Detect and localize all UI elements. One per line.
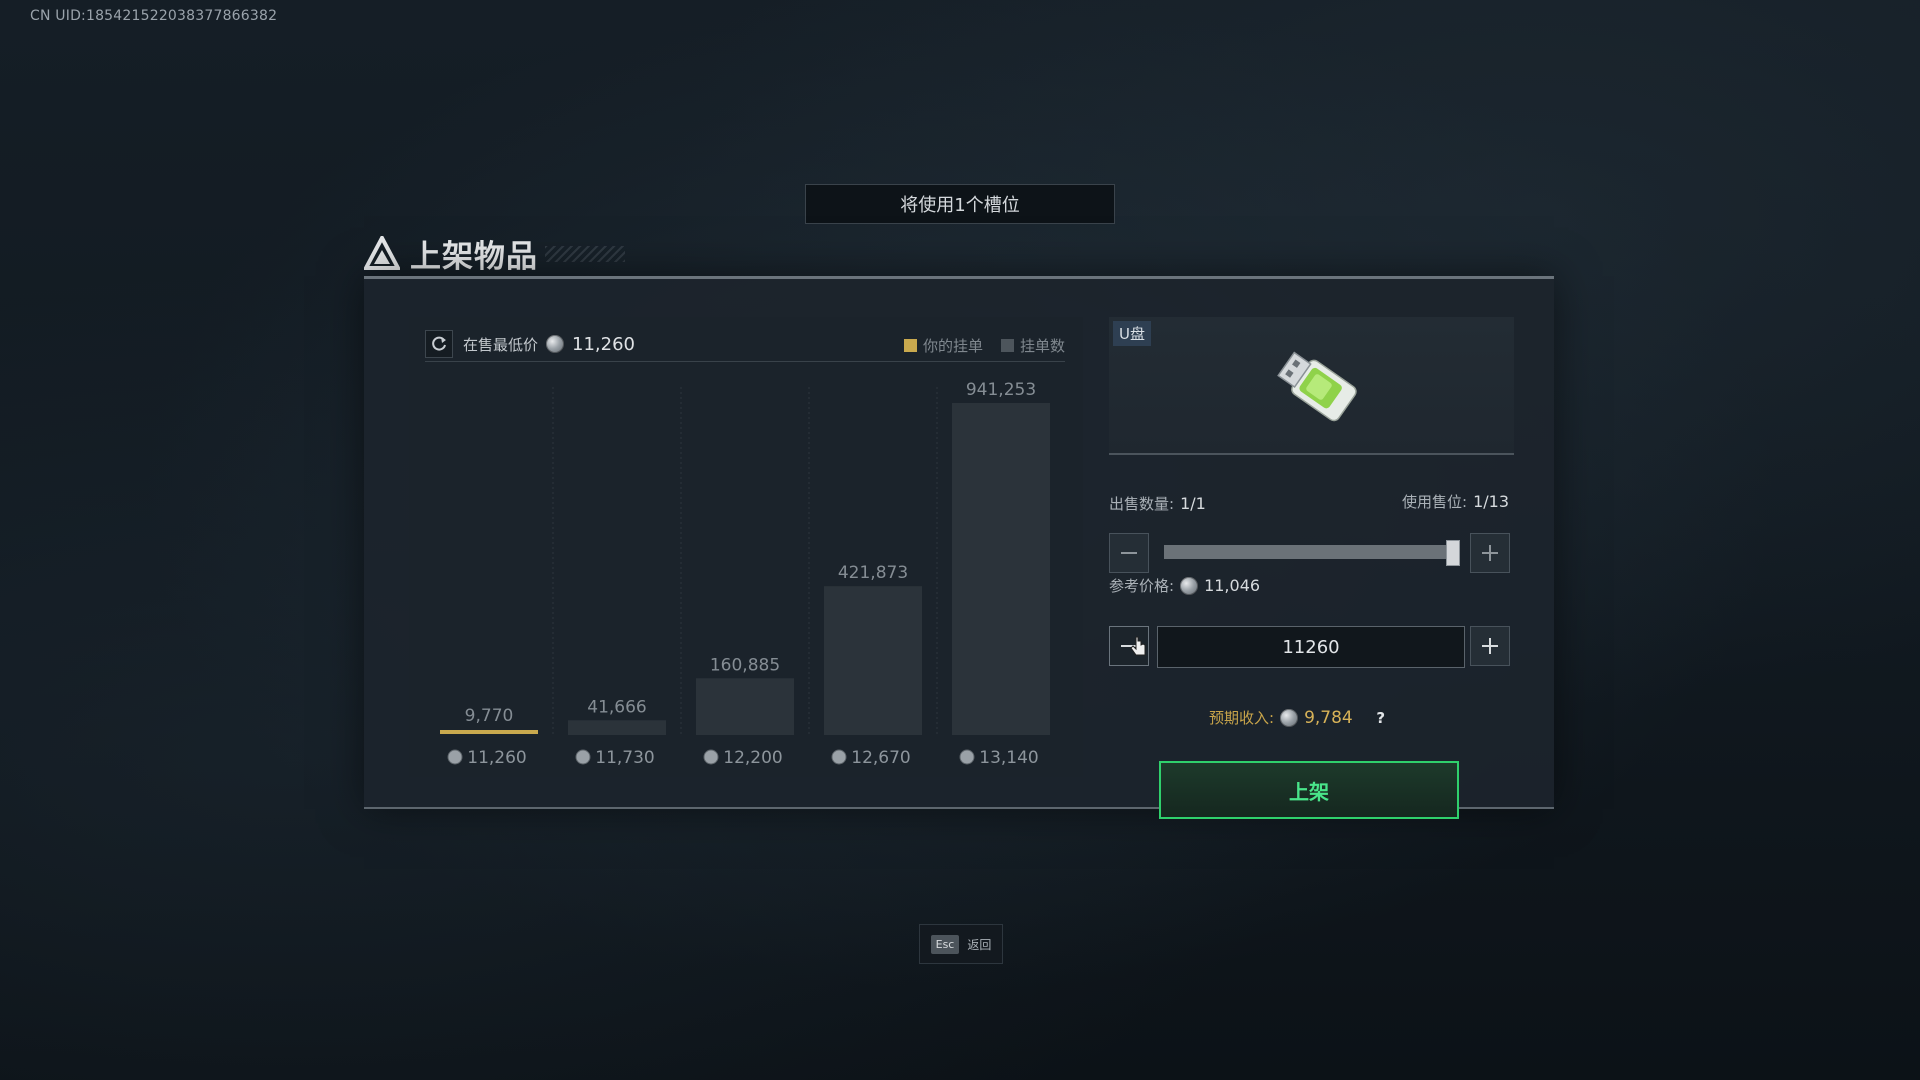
esc-label: 返回: [967, 937, 992, 952]
chart-tick: 11,730: [575, 748, 655, 768]
slots-used-label: 使用售位:: [1402, 493, 1468, 511]
legend-swatch-gray: [1000, 339, 1014, 352]
chart-tick: 12,670: [831, 748, 911, 768]
expected-income: 预期收入: 9,784 ?: [1209, 707, 1391, 728]
plus-icon: [1482, 638, 1498, 654]
chart-bar-own: [440, 730, 538, 734]
price-input[interactable]: [1157, 626, 1465, 668]
expected-income-value: 9,784: [1304, 707, 1353, 728]
chart-canvas: 9,770 11,260 41,666 11,730 160,885 12,200 421,…: [440, 380, 1050, 768]
legend-yours-label: 你的挂单: [922, 337, 983, 355]
chart-value-label: 941,253: [966, 380, 1036, 400]
triangle-logo-icon: [364, 236, 400, 270]
refresh-icon: [432, 336, 446, 351]
chart-tick-label: 11,260: [467, 748, 526, 768]
refresh-button[interactable]: [425, 330, 453, 358]
quantity-increase-button[interactable]: [1470, 533, 1510, 573]
legend-swatch-gold: [903, 339, 917, 352]
chart-bar: [952, 403, 1050, 735]
price-increase-button[interactable]: [1470, 626, 1510, 666]
esc-key: Esc: [930, 934, 960, 954]
sell-quantity-value: 1/1: [1180, 494, 1206, 513]
coin-icon: [703, 749, 719, 765]
legend-count-label: 挂单数: [1019, 337, 1065, 355]
listing-panel: 9,770 11,260 41,666 11,730 160,885 12,200 421,…: [364, 276, 1554, 819]
chart-tick-label: 11,730: [595, 748, 654, 768]
lowest-price-value: 11,260: [572, 333, 635, 355]
chart-tick-label: 12,670: [851, 748, 910, 768]
minus-icon: [1121, 552, 1137, 554]
quantity-slider-handle[interactable]: [1446, 540, 1460, 566]
slots-used: 使用售位: 1/13: [1402, 491, 1509, 512]
reference-price-value: 11,046: [1204, 576, 1261, 595]
list-item-button-label: 上架: [1289, 779, 1329, 804]
chart-value-label: 421,873: [838, 563, 908, 583]
coin-icon: [575, 749, 591, 765]
chart-legend: 你的挂单 挂单数: [903, 335, 1065, 356]
user-id: CN UID:18542152203837786638​2: [30, 8, 278, 24]
reference-price: 参考价格: 11,046: [1109, 575, 1260, 596]
chart-header: 在售最低价 11,260 你的挂单 挂单数: [425, 327, 1065, 362]
item-name-tag: U盘: [1113, 321, 1151, 346]
quantity-decrease-button[interactable]: [1109, 533, 1149, 573]
dialog-title: 上架物品: [410, 238, 538, 275]
lowest-price-label: 在售最低价: [463, 335, 539, 354]
chart-bar: [824, 586, 922, 735]
chart-tick-label: 13,140: [979, 748, 1038, 768]
coin-icon: [1280, 708, 1299, 727]
coin-icon: [546, 335, 565, 353]
chart-value-label: 41,666: [587, 697, 646, 717]
sell-quantity: 出售数量: 1/1: [1109, 493, 1206, 514]
legend-count: 挂单数: [1000, 335, 1065, 356]
help-icon[interactable]: ?: [1371, 708, 1391, 728]
sell-quantity-label: 出售数量:: [1109, 495, 1175, 513]
title-decoration: [545, 246, 625, 262]
chart-bar: [568, 720, 666, 735]
coin-icon: [447, 749, 463, 765]
chart-value-label: 9,770: [465, 706, 514, 726]
plus-icon: [1482, 545, 1498, 561]
mouse-cursor-icon: [1130, 636, 1146, 656]
chart-value-label: 160,885: [710, 655, 780, 675]
legend-yours: 你的挂单: [903, 335, 983, 356]
slots-used-value: 1/13: [1473, 492, 1509, 511]
chart-tick: 11,260: [447, 748, 527, 768]
reference-price-label: 参考价格:: [1109, 577, 1175, 595]
price-distribution-chart: 9,770 11,260 41,666 11,730 160,885 12,200 421,…: [409, 317, 1083, 777]
listing-controls: U盘 出售数量: 1/1 使用售位: 1/13 参考价格: 11,046 112…: [1109, 317, 1514, 819]
dialog-title-bar: 上架物品: [364, 232, 538, 275]
expected-income-label: 预期收入:: [1209, 709, 1275, 727]
list-item-button[interactable]: 上架: [1159, 761, 1459, 819]
coin-icon: [959, 749, 975, 765]
chart-tick-label: 12,200: [723, 748, 782, 768]
coin-icon: [831, 749, 847, 765]
esc-back-hint[interactable]: Esc 返回: [919, 924, 1003, 964]
slot-usage-banner: 将使用1个槽位: [805, 184, 1115, 224]
usb-drive-icon: [1277, 351, 1357, 422]
chart-tick: 12,200: [703, 748, 783, 768]
quantity-slider-track[interactable]: [1164, 545, 1454, 559]
chart-tick: 13,140: [959, 748, 1039, 768]
item-card: U盘: [1109, 317, 1514, 455]
chart-bar: [696, 678, 794, 735]
coin-icon: [1180, 576, 1199, 595]
